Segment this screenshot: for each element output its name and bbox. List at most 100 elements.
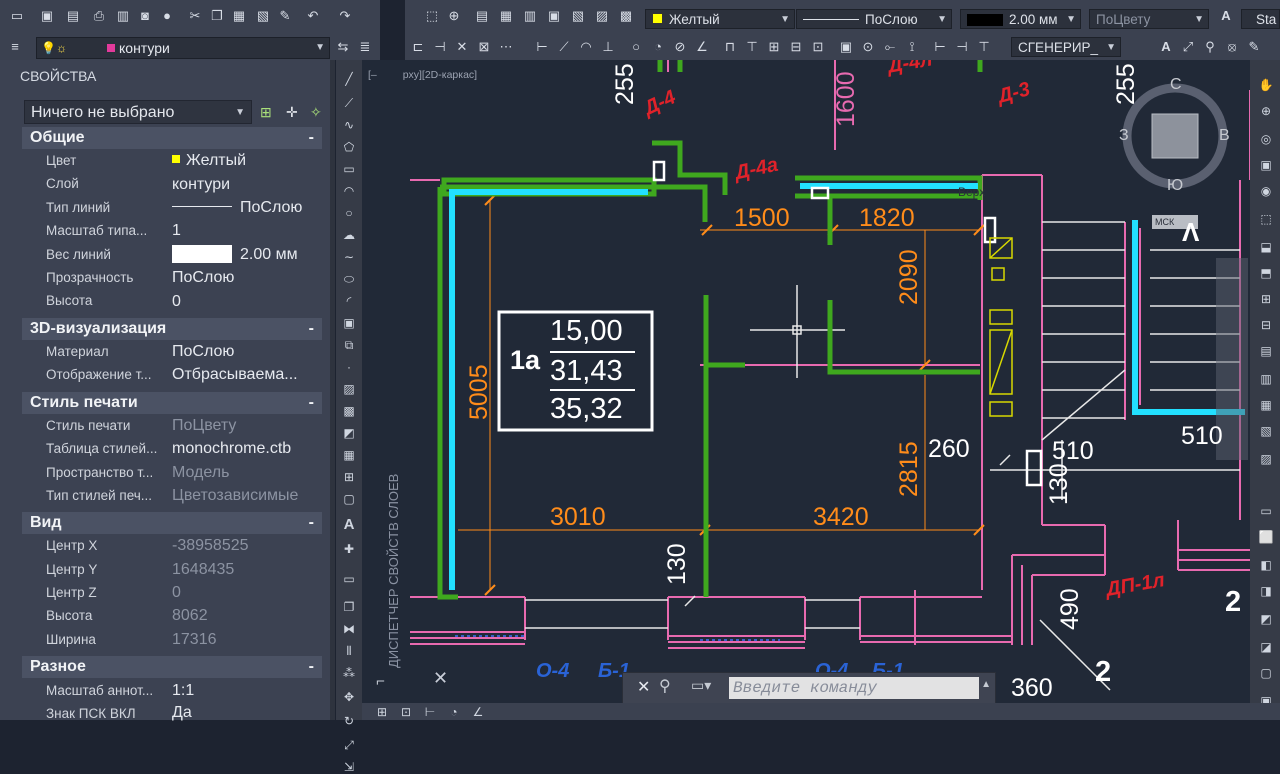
annotation-scale-icon[interactable]: ⤢ (1179, 39, 1197, 55)
dim-baseline-icon[interactable]: ⊤ (743, 39, 761, 55)
copy-icon[interactable]: ❐ (208, 8, 226, 24)
match-text-icon[interactable]: ⦻ (1223, 39, 1241, 55)
prop-value[interactable]: 0 (172, 293, 181, 311)
line-tool-icon[interactable]: ╱ (341, 72, 357, 86)
maximize-icon[interactable]: ▢ (1258, 666, 1274, 680)
close-palette-icon[interactable]: ✕ (433, 668, 448, 689)
section-view[interactable]: Вид - (22, 512, 322, 534)
style-dropdown[interactable]: Sta (1241, 9, 1280, 29)
cut-icon[interactable]: ✂ (186, 8, 204, 24)
wcs-label[interactable]: МСК (1155, 217, 1174, 227)
wipeout-icon[interactable]: ▢ (341, 492, 357, 506)
ellipse-tool-icon[interactable]: ⬭ (341, 272, 357, 286)
zoom-previous-icon[interactable]: ⬒ (1258, 266, 1274, 280)
inspect-icon[interactable]: ⟜ (881, 39, 899, 55)
dim-angular-icon[interactable]: ∠ (693, 39, 711, 55)
table-insert-icon[interactable]: ⊞ (341, 470, 357, 484)
dim-radius-icon[interactable]: ○ (627, 39, 645, 55)
dimstyle-dropdown[interactable]: СГЕНЕРИР_ ▼ (1011, 37, 1121, 57)
command-input[interactable]: Введите команду (729, 677, 979, 699)
toggle-pickadd-icon[interactable]: ⊞ (260, 104, 272, 121)
ortho-mode-icon[interactable]: ⊢ (422, 705, 438, 719)
dim-linear-icon[interactable]: ⊢ (533, 39, 551, 55)
prop-value-linetype[interactable]: ПоСлою (172, 199, 302, 217)
spline-fit-icon[interactable]: ∼ (341, 250, 357, 264)
prop-value[interactable]: контури (172, 176, 230, 194)
zoom-realtime-icon[interactable]: ⊕ (445, 8, 463, 24)
text-style-icon[interactable]: A (1157, 39, 1175, 55)
make-block-icon[interactable]: ⧉ (341, 338, 357, 352)
scale-viewport-icon[interactable]: ◩ (1258, 612, 1274, 626)
zoom-window-icon[interactable]: ⬚ (423, 8, 441, 24)
plotstyle-dropdown[interactable]: ПоЦвету ▼ (1089, 9, 1209, 29)
layer-states-icon[interactable]: ≣ (356, 39, 374, 55)
annotation-visibility-icon[interactable]: ⚲ (1201, 39, 1219, 55)
command-history-icon[interactable]: ▲ (981, 679, 991, 690)
erase-icon[interactable]: ▭ (341, 572, 357, 586)
tolerance-icon[interactable]: ▣ (837, 39, 855, 55)
mirror-tool-icon[interactable]: ⧓ (341, 622, 357, 636)
prop-value-lineweight[interactable]: 2.00 мм (172, 245, 298, 264)
section-general[interactable]: Общие - (22, 127, 322, 149)
prop-value[interactable]: ПоСлою (172, 343, 234, 361)
layer-previous-icon[interactable]: ⇆ (334, 39, 352, 55)
section-misc[interactable]: Разное - (22, 656, 322, 678)
prop-value[interactable]: 1:1 (172, 682, 194, 700)
array-tool-icon[interactable]: ⁂ (341, 666, 357, 680)
zoom-object-icon[interactable]: ▥ (1258, 372, 1274, 386)
properties-icon[interactable]: ▦ (497, 8, 515, 24)
text-style-icon[interactable]: A (1217, 8, 1235, 24)
mtext-icon[interactable]: ✎ (1245, 39, 1263, 55)
viewport-controls[interactable]: [– рху][2D-каркас] (368, 69, 477, 81)
insert-block-icon[interactable]: ▣ (341, 316, 357, 330)
prop-value[interactable]: Отбрасываема... (172, 366, 298, 384)
close-command-icon[interactable]: ✕ (637, 677, 650, 697)
arc-tool-icon[interactable]: ◠ (341, 184, 357, 198)
text-tool-icon[interactable]: A (341, 517, 357, 532)
collapse-icon[interactable]: - (309, 392, 314, 414)
grid-mode-icon[interactable]: ⊡ (398, 705, 414, 719)
dim-text-edit-icon[interactable]: ⊣ (953, 39, 971, 55)
prop-value[interactable]: monochrome.ctb (172, 440, 291, 458)
section-plot-style[interactable]: Стиль печати - (22, 392, 322, 414)
viewcube-east-label[interactable]: В (1219, 127, 1230, 145)
quick-select-icon[interactable]: ✧ (310, 104, 322, 121)
tool-palettes-icon[interactable]: ▣ (545, 8, 563, 24)
undo-icon[interactable]: ↶ (304, 8, 322, 24)
zoom-dynamic-icon[interactable]: ▨ (1258, 452, 1274, 466)
polyline-tool-icon[interactable]: ⟋ (341, 96, 357, 110)
dim-jogged-icon[interactable]: ◔ (649, 39, 667, 55)
command-search-icon[interactable]: ⚲ (659, 676, 671, 696)
revcloud-tool-icon[interactable]: ☁ (341, 228, 357, 242)
hatch-tool-icon[interactable]: ▨ (341, 382, 357, 396)
preview-icon[interactable]: ▥ (114, 8, 132, 24)
viewcube-north-label[interactable]: С (1170, 76, 1182, 94)
dim-space-icon[interactable]: ⊟ (787, 39, 805, 55)
object-snap-icon[interactable]: ⊏ (409, 39, 427, 55)
zoom-all-icon[interactable]: ▤ (1258, 344, 1274, 358)
rectangle-tool-icon[interactable]: ▭ (341, 162, 357, 176)
zoom-icon[interactable]: ⊕ (1258, 104, 1274, 118)
dim-edit-icon[interactable]: ⊢ (931, 39, 949, 55)
zoom-extents-icon[interactable]: ⬚ (1258, 212, 1274, 226)
prop-value-color[interactable]: Желтый (172, 152, 246, 170)
clipboard-icon[interactable]: ▧ (254, 8, 272, 24)
offset-tool-icon[interactable]: ⫴ (341, 644, 357, 658)
viewcube-west-label[interactable]: З (1119, 127, 1129, 145)
viewport-icon[interactable]: ⬜ (1258, 530, 1274, 544)
viewcube-top-label[interactable]: Верх (958, 185, 985, 199)
dim-aligned-icon[interactable]: ⟋ (555, 39, 573, 55)
gradient-tool-icon[interactable]: ▩ (341, 404, 357, 418)
snap-midpoint-icon[interactable]: ⊣ (431, 39, 449, 55)
snap-intersection-icon[interactable]: ✕ (453, 39, 471, 55)
copy-tool-icon[interactable]: ❐ (341, 600, 357, 614)
collapse-icon[interactable]: - (309, 127, 314, 149)
prop-value[interactable]: ПоСлою (172, 269, 234, 287)
section-3d-visualization[interactable]: 3D-визуализация - (22, 318, 322, 340)
dim-diameter-icon[interactable]: ⊘ (671, 39, 689, 55)
clip-icon[interactable]: ◧ (1258, 558, 1274, 572)
dim-ordinate-icon[interactable]: ⊥ (599, 39, 617, 55)
circle-tool-icon[interactable]: ○ (341, 206, 357, 220)
3d-print-icon[interactable]: ● (158, 8, 176, 24)
dim-update-icon[interactable]: ⊤ (975, 39, 993, 55)
